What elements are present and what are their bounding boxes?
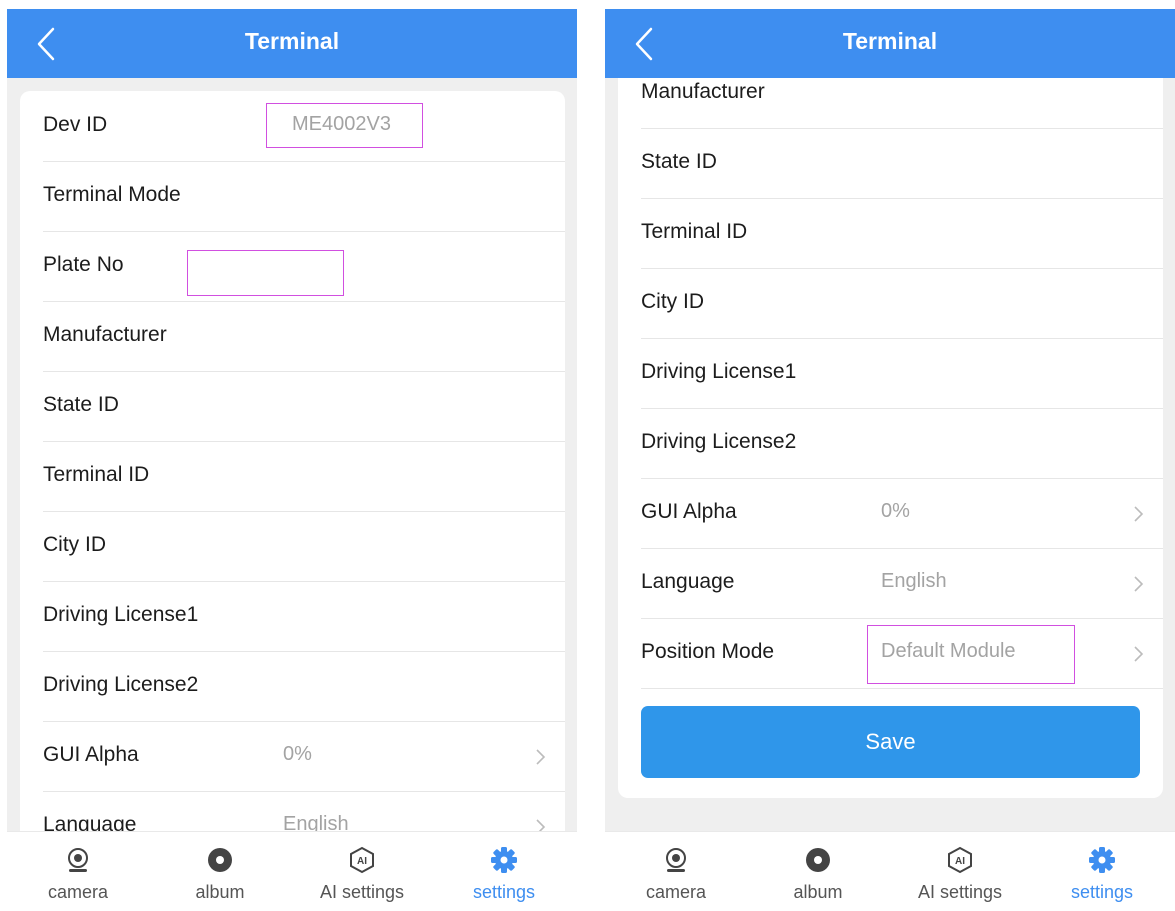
tab-label: camera [47, 882, 109, 902]
row-city-id[interactable]: City ID [43, 511, 565, 582]
row-driving-license1[interactable]: Driving License1 [641, 338, 1163, 409]
row-label: Driving License2 [641, 430, 797, 453]
svg-text:AI: AI [357, 856, 367, 867]
phone-screen-right: Terminal Manufacturer State ID Terminal … [605, 9, 1175, 911]
ai-icon: AI [948, 846, 972, 874]
row-plate-no[interactable]: Plate No [43, 231, 565, 302]
row-gui-alpha[interactable]: GUI Alpha 0% [641, 478, 1163, 549]
row-language[interactable]: Language English [43, 791, 565, 832]
row-position-mode[interactable]: Position Mode Default Module [641, 618, 1163, 689]
chevron-right-icon [1134, 646, 1144, 662]
save-button[interactable]: Save [641, 706, 1140, 778]
row-state-id[interactable]: State ID [43, 371, 565, 442]
row-label: Terminal Mode [43, 183, 181, 206]
row-value: English [881, 570, 947, 592]
row-terminal-id[interactable]: Terminal ID [43, 441, 565, 512]
row-label: Language [641, 570, 735, 593]
row-label: Manufacturer [641, 80, 765, 103]
row-label: Terminal ID [43, 463, 150, 486]
settings-scroll-area[interactable]: Manufacturer State ID Terminal ID City I… [605, 78, 1175, 832]
chevron-right-icon [1134, 506, 1144, 522]
album-icon [806, 848, 830, 872]
row-state-id[interactable]: State ID [641, 128, 1163, 199]
row-driving-license1[interactable]: Driving License1 [43, 581, 565, 652]
row-label: Dev ID [43, 113, 108, 136]
camera-icon [68, 848, 88, 872]
highlight-box [187, 250, 344, 296]
phone-screen-left: Terminal Dev ID ME4002V3 Terminal Mode P… [7, 9, 577, 911]
tab-label: AI settings [917, 882, 1003, 902]
svg-text:AI: AI [955, 856, 965, 867]
row-value: 0% [881, 500, 910, 522]
header-bar: Terminal [605, 9, 1175, 78]
tab-camera[interactable]: camera [605, 832, 747, 911]
row-label: City ID [43, 533, 106, 556]
album-icon [208, 848, 232, 872]
row-label: Driving License2 [43, 673, 199, 696]
row-city-id[interactable]: City ID [641, 268, 1163, 339]
highlight-box [867, 625, 1075, 684]
tab-settings[interactable]: settings [1031, 832, 1173, 911]
row-label: City ID [641, 290, 704, 313]
page-title: Terminal [244, 28, 340, 54]
tab-label: AI settings [319, 882, 405, 902]
chevron-right-icon [536, 749, 546, 765]
row-label: State ID [43, 393, 119, 416]
tab-label: camera [645, 882, 707, 902]
row-dev-id[interactable]: Dev ID ME4002V3 [43, 91, 565, 162]
tab-album[interactable]: album [747, 832, 889, 911]
gear-icon [491, 847, 517, 873]
tab-ai-settings[interactable]: AI AI settings [291, 832, 433, 911]
tab-label: album [793, 882, 843, 902]
chevron-right-icon [536, 819, 546, 832]
tab-ai-settings[interactable]: AI AI settings [889, 832, 1031, 911]
row-language[interactable]: Language English [641, 548, 1163, 619]
row-label: Language [43, 813, 137, 832]
tab-label: settings [1070, 882, 1134, 902]
row-value: English [283, 813, 349, 832]
row-terminal-mode[interactable]: Terminal Mode [43, 161, 565, 232]
row-label: GUI Alpha [641, 500, 737, 523]
tab-label: settings [472, 882, 536, 902]
row-label: Driving License1 [43, 603, 199, 626]
row-value: 0% [283, 743, 312, 765]
ai-icon: AI [350, 846, 374, 874]
tab-album[interactable]: album [149, 832, 291, 911]
row-driving-license2[interactable]: Driving License2 [641, 408, 1163, 479]
row-label: GUI Alpha [43, 743, 139, 766]
row-manufacturer[interactable]: Manufacturer [641, 78, 1163, 129]
chevron-right-icon [1134, 576, 1144, 592]
row-label: State ID [641, 150, 717, 173]
row-manufacturer[interactable]: Manufacturer [43, 301, 565, 372]
row-terminal-id[interactable]: Terminal ID [641, 198, 1163, 269]
row-gui-alpha[interactable]: GUI Alpha 0% [43, 721, 565, 792]
highlight-box [266, 103, 423, 148]
row-label: Position Mode [641, 640, 775, 663]
row-label: Driving License1 [641, 360, 797, 383]
row-label: Plate No [43, 253, 124, 276]
row-driving-license2[interactable]: Driving License2 [43, 651, 565, 722]
camera-icon [666, 848, 686, 872]
settings-card: Manufacturer State ID Terminal ID City I… [618, 78, 1163, 798]
bottom-tab-bar: camera album AI AI settings settings [605, 831, 1175, 911]
row-label: Terminal ID [641, 220, 748, 243]
row-label: Manufacturer [43, 323, 167, 346]
header-bar: Terminal [7, 9, 577, 78]
tab-settings[interactable]: settings [433, 832, 575, 911]
gear-icon [1089, 847, 1115, 873]
settings-card: Dev ID ME4002V3 Terminal Mode Plate No M… [20, 91, 565, 832]
tab-camera[interactable]: camera [7, 832, 149, 911]
settings-scroll-area[interactable]: Dev ID ME4002V3 Terminal Mode Plate No M… [7, 78, 577, 832]
page-title: Terminal [842, 28, 938, 54]
bottom-tab-bar: camera album AI AI settings settings [7, 831, 577, 911]
tab-label: album [195, 882, 245, 902]
